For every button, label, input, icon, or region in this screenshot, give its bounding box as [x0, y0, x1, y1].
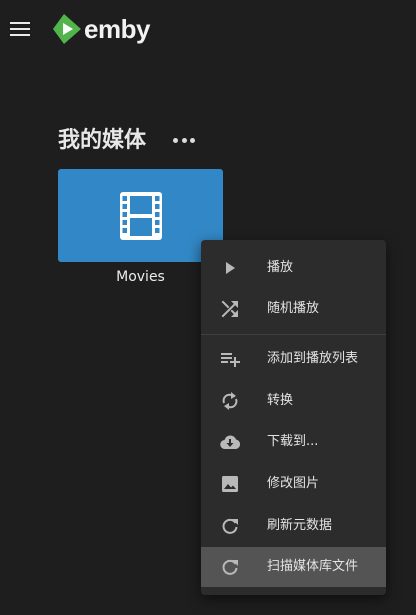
- menu-divider: [201, 334, 386, 335]
- menu-item-edit-images[interactable]: 修改图片: [201, 464, 386, 504]
- menu-item-label: 刷新元数据: [267, 518, 333, 533]
- play-icon: [219, 257, 241, 279]
- library-name[interactable]: Movies: [58, 268, 223, 286]
- section-title: 我的媒体: [58, 128, 147, 153]
- menu-item-add-to-playlist[interactable]: 添加到播放列表: [201, 339, 386, 379]
- menu-item-label: 随机播放: [267, 301, 320, 316]
- menu-item-convert[interactable]: 转换: [201, 381, 386, 421]
- menu-item-label: 扫描媒体库文件: [267, 559, 359, 574]
- menu-item-refresh-metadata[interactable]: 刷新元数据: [201, 506, 386, 546]
- library-tile-movies[interactable]: [58, 169, 223, 262]
- menu-item-scan-library[interactable]: 扫描媒体库文件: [201, 547, 386, 587]
- menu-item-shuffle[interactable]: 随机播放: [201, 289, 386, 329]
- cloud-download-icon: [219, 431, 241, 453]
- menu-item-label: 修改图片: [267, 476, 320, 491]
- more-options-icon[interactable]: [173, 133, 195, 147]
- emby-logo-icon: [53, 14, 81, 44]
- refresh-icon: [219, 556, 241, 578]
- image-icon: [219, 473, 241, 495]
- app-page: emby 我的媒体 Movies 播放 随机播放 添加到播放列表 转换 下载到.…: [0, 0, 416, 615]
- refresh-icon: [219, 515, 241, 537]
- menu-item-label: 下载到...: [267, 434, 319, 449]
- menu-item-download[interactable]: 下载到...: [201, 422, 386, 462]
- playlist-add-icon: [219, 348, 241, 370]
- film-icon: [119, 191, 162, 240]
- menu-icon[interactable]: [10, 22, 30, 36]
- emby-logo[interactable]: emby: [53, 14, 150, 44]
- shuffle-icon: [219, 298, 241, 320]
- context-menu: 播放 随机播放 添加到播放列表 转换 下载到... 修改图片 刷新元数据 扫描媒…: [201, 240, 386, 595]
- menu-item-label: 转换: [267, 393, 294, 408]
- menu-item-label: 添加到播放列表: [267, 351, 359, 366]
- sync-icon: [219, 390, 241, 412]
- menu-item-label: 播放: [267, 260, 294, 275]
- brand-name: emby: [84, 14, 150, 44]
- menu-item-play[interactable]: 播放: [201, 248, 386, 288]
